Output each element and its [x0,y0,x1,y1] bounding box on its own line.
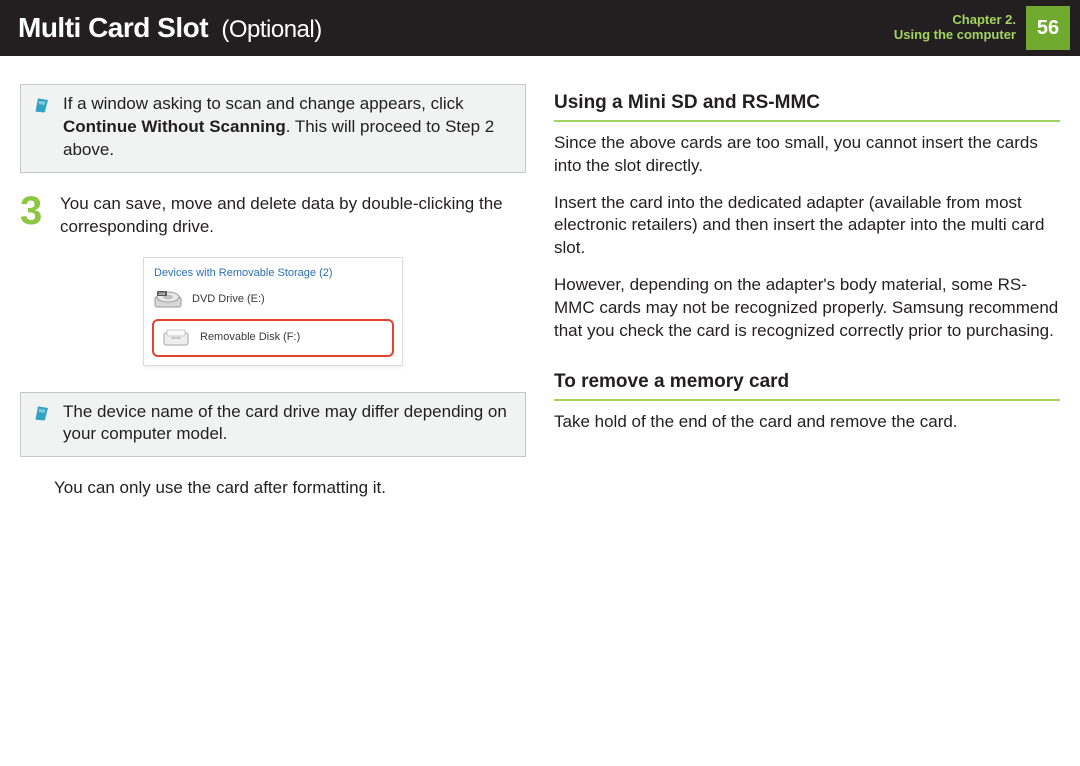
note-icon [33,95,53,115]
section-heading-remove-card: To remove a memory card [554,369,1060,401]
step-3: 3 You can save, move and delete data by … [20,193,526,239]
removable-disk-icon [162,327,190,349]
chapter-line-2: Using the computer [894,28,1016,43]
note-text-2: The device name of the card drive may di… [63,401,513,447]
chapter-label: Chapter 2. Using the computer [894,13,1026,43]
page-number-badge: 56 [1026,6,1070,50]
step-text: You can save, move and delete data by do… [60,193,526,239]
svg-text:DVD: DVD [159,292,166,296]
note-box-2: The device name of the card drive may di… [20,392,526,458]
header-right: Chapter 2. Using the computer 56 [894,0,1080,56]
devices-heading: Devices with Removable Storage (2) [144,264,402,285]
paragraph: Since the above cards are too small, you… [554,132,1060,178]
paragraph: Insert the card into the dedicated adapt… [554,192,1060,261]
device-label-removable: Removable Disk (F:) [200,330,300,345]
dvd-drive-icon: DVD [154,289,182,311]
right-column: Using a Mini SD and RS-MMC Since the abo… [554,84,1060,500]
paragraph: Take hold of the end of the card and rem… [554,411,1060,434]
device-row-dvd: DVD DVD Drive (E:) [144,285,402,315]
page-body: If a window asking to scan and change ap… [0,56,1080,500]
device-row-removable: Removable Disk (F:) [152,319,394,357]
note-icon [33,403,53,423]
section-heading-mini-sd: Using a Mini SD and RS-MMC [554,90,1060,122]
note-text-1: If a window asking to scan and change ap… [63,93,513,162]
paragraph: However, depending on the adapter's body… [554,274,1060,343]
note-box-1: If a window asking to scan and change ap… [20,84,526,173]
after-note-text: You can only use the card after formatti… [20,477,526,500]
devices-panel: Devices with Removable Storage (2) DVD D… [143,257,403,366]
left-column: If a window asking to scan and change ap… [20,84,526,500]
title-main: Multi Card Slot [18,12,208,43]
title-subtitle: (Optional) [221,16,321,43]
step-number: 3 [20,193,46,239]
chapter-line-1: Chapter 2. [894,13,1016,28]
page-title: Multi Card Slot (Optional) [18,9,322,47]
page-header: Multi Card Slot (Optional) Chapter 2. Us… [0,0,1080,56]
device-label-dvd: DVD Drive (E:) [192,292,265,307]
devices-illustration: Devices with Removable Storage (2) DVD D… [143,257,403,366]
